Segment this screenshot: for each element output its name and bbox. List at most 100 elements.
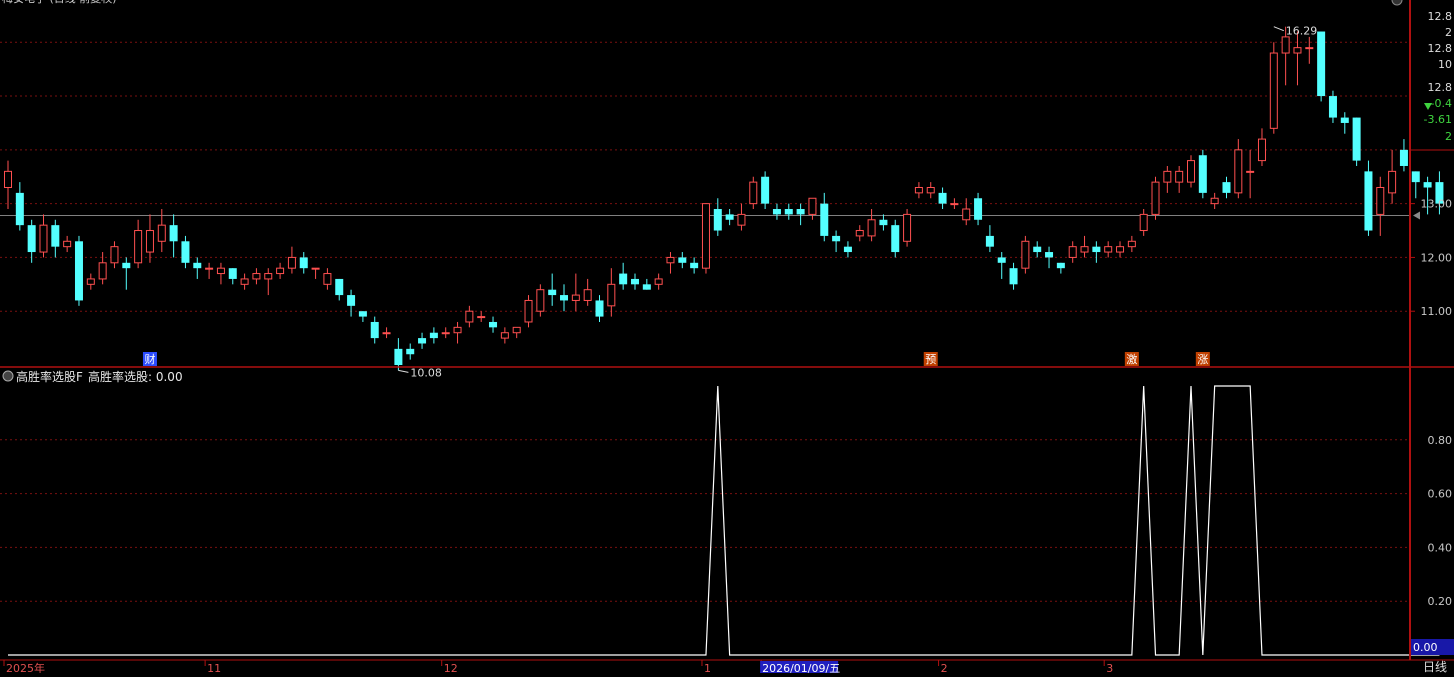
candle-body <box>39 224 48 253</box>
candle-body <box>418 338 427 344</box>
window-title: 梅安电子 (日线 前复权) <box>2 0 117 5</box>
candle-body <box>181 241 190 263</box>
candle-body <box>867 219 876 237</box>
candle <box>1352 117 1361 166</box>
candle-body <box>1234 149 1243 194</box>
candle-body <box>607 283 616 307</box>
candle-body <box>1222 182 1231 193</box>
candle-body <box>1257 138 1266 162</box>
candle-body <box>86 278 95 285</box>
candle-body <box>1246 170 1255 173</box>
candle-body <box>276 267 285 275</box>
candle-body <box>879 219 888 226</box>
candle-body <box>737 213 746 226</box>
candle-body <box>761 176 770 204</box>
candle-body <box>489 321 498 328</box>
candle-body <box>1388 170 1397 194</box>
candle-body <box>903 213 912 242</box>
candle-body <box>843 246 852 253</box>
candle-body <box>926 187 935 194</box>
x-axis-label: 2 <box>941 662 948 673</box>
indicator-toggle-icon <box>2 370 14 382</box>
right-axis-value: -0.4 <box>1431 97 1452 110</box>
indicator-tick-label: 0.80 <box>1428 434 1453 447</box>
candle-body <box>51 225 60 247</box>
candle <box>1364 160 1373 236</box>
candle-body <box>406 348 415 355</box>
candle-body <box>1423 182 1432 188</box>
candle-body <box>1151 181 1160 215</box>
candle <box>891 219 900 258</box>
candle-body <box>1269 52 1278 129</box>
candle-body <box>962 208 971 221</box>
candle-body <box>429 332 438 339</box>
candle-body <box>713 209 722 231</box>
candle <box>761 171 770 210</box>
candle-body <box>74 241 83 301</box>
high-marker-label: 16.29 <box>1286 25 1318 38</box>
candle-body <box>619 273 628 285</box>
candle-body <box>1163 170 1172 183</box>
candle-body <box>1364 171 1373 231</box>
price-tick-label: 11.00 <box>1421 305 1453 318</box>
event-tag-label: 预 <box>925 353 936 366</box>
candle-body <box>1293 47 1302 54</box>
candle-body <box>347 295 356 306</box>
candle-body <box>630 278 639 285</box>
candle-body <box>4 170 12 188</box>
indicator-tick-label: 0.20 <box>1428 595 1453 608</box>
indicator-current-value: 0.00 <box>1413 641 1438 654</box>
candle-body <box>749 181 758 205</box>
candle-body <box>1411 171 1420 183</box>
chart-root[interactable]: 16.29 10.08 梅安电子 (日线 前复权) 2 12.8 10 12.8 -0.4 -3… <box>0 0 1454 677</box>
candle-body <box>1210 197 1219 205</box>
candle-body <box>358 311 367 317</box>
candle <box>1269 42 1278 134</box>
candle-body <box>1056 262 1065 269</box>
candle-body <box>1021 240 1030 269</box>
candle-body <box>512 326 521 334</box>
candle-body <box>950 203 959 206</box>
indicator-name: 高胜率选股F <box>16 369 83 384</box>
right-axis-value: 12.8 <box>1428 10 1453 23</box>
candle-body <box>1198 155 1207 193</box>
candle-body <box>985 235 994 247</box>
candle-body <box>145 230 154 253</box>
candle-body <box>784 209 793 215</box>
candle-body <box>110 246 119 264</box>
right-axis-value: 10 <box>1438 58 1452 71</box>
candle <box>903 209 912 247</box>
candle-body <box>974 198 983 220</box>
right-axis-value: 12.8 <box>1428 81 1453 94</box>
candle-body <box>1305 47 1314 50</box>
candle-body <box>678 257 687 263</box>
candle-body <box>997 257 1006 263</box>
candle-body <box>690 262 699 269</box>
candle-body <box>335 278 344 296</box>
candle-body <box>1127 240 1136 248</box>
candle-body <box>299 257 308 269</box>
x-axis-label: 2025年 <box>6 661 45 673</box>
candle-body <box>382 332 391 335</box>
event-tag-label: 涨 <box>1197 353 1208 366</box>
low-marker-label: 10.08 <box>410 366 442 379</box>
candle-body <box>548 289 557 296</box>
right-axis-value: -3.61 <box>1424 113 1452 126</box>
x-axis-label: 1 <box>704 662 711 673</box>
candle-body <box>441 332 450 335</box>
x-axis-label: 11 <box>207 662 221 673</box>
x-axis-label: 3 <box>1106 662 1113 673</box>
candle-body <box>205 267 214 270</box>
indicator-series-label: 高胜率选股: 0.00 <box>88 369 183 384</box>
candle <box>1021 235 1030 274</box>
right-axis-value: 2 <box>1445 130 1452 143</box>
candle-body <box>855 230 864 237</box>
candle-body <box>1317 31 1326 97</box>
kline-chart[interactable]: 16.29 10.08 梅安电子 (日线 前复权) 2 12.8 10 12.8 -0.4 -3… <box>0 0 1454 675</box>
x-axis-label: 12 <box>444 662 458 673</box>
candle-body <box>1104 246 1113 253</box>
candle-body <box>1281 36 1290 54</box>
right-axis-value: 12.8 <box>1428 42 1453 55</box>
candle-body <box>311 267 320 270</box>
candle-body <box>98 262 107 280</box>
